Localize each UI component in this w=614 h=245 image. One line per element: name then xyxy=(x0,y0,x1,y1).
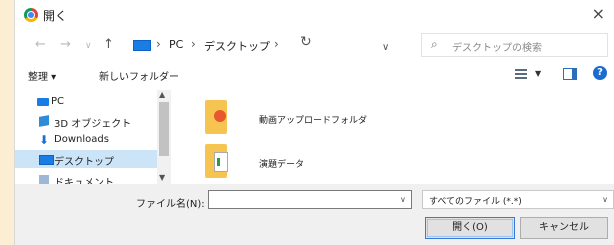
breadcrumb-separator: › xyxy=(191,37,196,51)
preview-pane-icon[interactable] xyxy=(563,68,577,80)
open-file-dialog: 開く × ← → ∨ ↑ › PC › デスクトップ › ∨ ↻ ⌕ デスクトッ… xyxy=(14,0,614,245)
new-folder-button[interactable]: 新しいフォルダー xyxy=(99,68,179,83)
download-icon: ⬇ xyxy=(39,133,50,147)
file-list: 動画アップロードフォルダ 演題データ xyxy=(175,90,614,184)
sidebar-item-pc[interactable]: PC xyxy=(15,93,157,111)
view-dropdown-icon[interactable]: ▼ xyxy=(535,69,541,78)
breadcrumb-pc[interactable]: PC xyxy=(169,38,183,51)
sidebar-scrollbar[interactable]: ▲ ▼ xyxy=(157,90,171,184)
dialog-footer: ファイル名(N): ∨ すべてのファイル (*.*) ∨ 開く(O) キャンセル xyxy=(15,184,614,245)
sidebar-item-label: PC xyxy=(51,96,65,107)
chevron-down-icon: ∨ xyxy=(602,195,608,204)
file-name: 演題データ xyxy=(259,160,305,170)
chevron-down-icon[interactable]: ∨ xyxy=(382,42,389,53)
forward-arrow-icon[interactable]: → xyxy=(60,37,71,52)
refresh-icon[interactable]: ↻ xyxy=(300,34,312,50)
sidebar-item-label: ドキュメント xyxy=(54,178,114,184)
list-item[interactable]: 演題データ xyxy=(175,140,595,184)
window-title: 開く xyxy=(43,9,68,23)
desktop-icon xyxy=(39,155,54,165)
chrome-icon xyxy=(24,8,38,22)
filename-dropdown-icon[interactable]: ∨ xyxy=(400,195,406,204)
address-bar: ← → ∨ ↑ › PC › デスクトップ › ∨ ↻ ⌕ デスクトップの検索 xyxy=(15,30,614,60)
navigation-pane: PC 3D オブジェクト ⬇ Downloads デスクトップ ドキュメント xyxy=(15,90,171,184)
monitor-icon xyxy=(133,40,151,51)
scroll-up-icon[interactable]: ▲ xyxy=(159,90,165,99)
title-bar: 開く × xyxy=(15,0,614,30)
search-icon: ⌕ xyxy=(431,37,438,51)
sidebar-item-documents[interactable]: ドキュメント xyxy=(15,171,157,184)
sidebar-item-3d-objects[interactable]: 3D オブジェクト xyxy=(15,112,157,130)
data-folder-icon xyxy=(205,144,228,178)
help-icon[interactable]: ? xyxy=(593,66,607,80)
search-placeholder: デスクトップの検索 xyxy=(452,43,542,54)
file-name: 動画アップロードフォルダ xyxy=(259,116,368,126)
cancel-button[interactable]: キャンセル xyxy=(520,217,608,239)
sidebar-item-label: Downloads xyxy=(54,134,109,145)
scroll-thumb[interactable] xyxy=(159,102,169,156)
open-button[interactable]: 開く(O) xyxy=(425,217,515,239)
close-icon[interactable]: × xyxy=(592,4,605,23)
sidebar-item-desktop[interactable]: デスクトップ xyxy=(15,150,157,168)
scroll-down-icon[interactable]: ▼ xyxy=(159,173,165,182)
sidebar-item-downloads[interactable]: ⬇ Downloads xyxy=(15,131,157,149)
up-arrow-icon[interactable]: ↑ xyxy=(103,37,114,52)
filename-label: ファイル名(N): xyxy=(136,199,205,210)
pc-icon xyxy=(37,98,49,106)
search-input[interactable]: ⌕ デスクトップの検索 xyxy=(421,33,608,57)
back-arrow-icon[interactable]: ← xyxy=(35,37,46,52)
filename-input[interactable] xyxy=(208,190,412,209)
breadcrumb-separator: › xyxy=(156,37,161,51)
filetype-select[interactable]: すべてのファイル (*.*) ∨ xyxy=(422,190,614,209)
list-item[interactable]: 動画アップロードフォルダ xyxy=(175,96,595,140)
breadcrumb[interactable]: › PC › デスクトップ › ∨ xyxy=(121,33,389,57)
breadcrumb-separator: › xyxy=(274,37,279,51)
sidebar-item-label: 3D オブジェクト xyxy=(54,119,132,130)
3d-objects-icon xyxy=(39,115,49,127)
filetype-value: すべてのファイル (*.*) xyxy=(429,197,522,207)
documents-icon xyxy=(39,175,49,184)
sidebar-item-label: デスクトップ xyxy=(54,157,114,168)
breadcrumb-desktop[interactable]: デスクトップ xyxy=(204,38,270,54)
view-options-icon[interactable] xyxy=(515,68,527,79)
recent-locations-chevron-icon[interactable]: ∨ xyxy=(85,41,92,51)
organize-button[interactable]: 整理 ▾ xyxy=(28,68,56,83)
command-bar: 整理 ▾ 新しいフォルダー ▼ ? xyxy=(15,60,614,90)
media-folder-icon xyxy=(205,100,227,134)
